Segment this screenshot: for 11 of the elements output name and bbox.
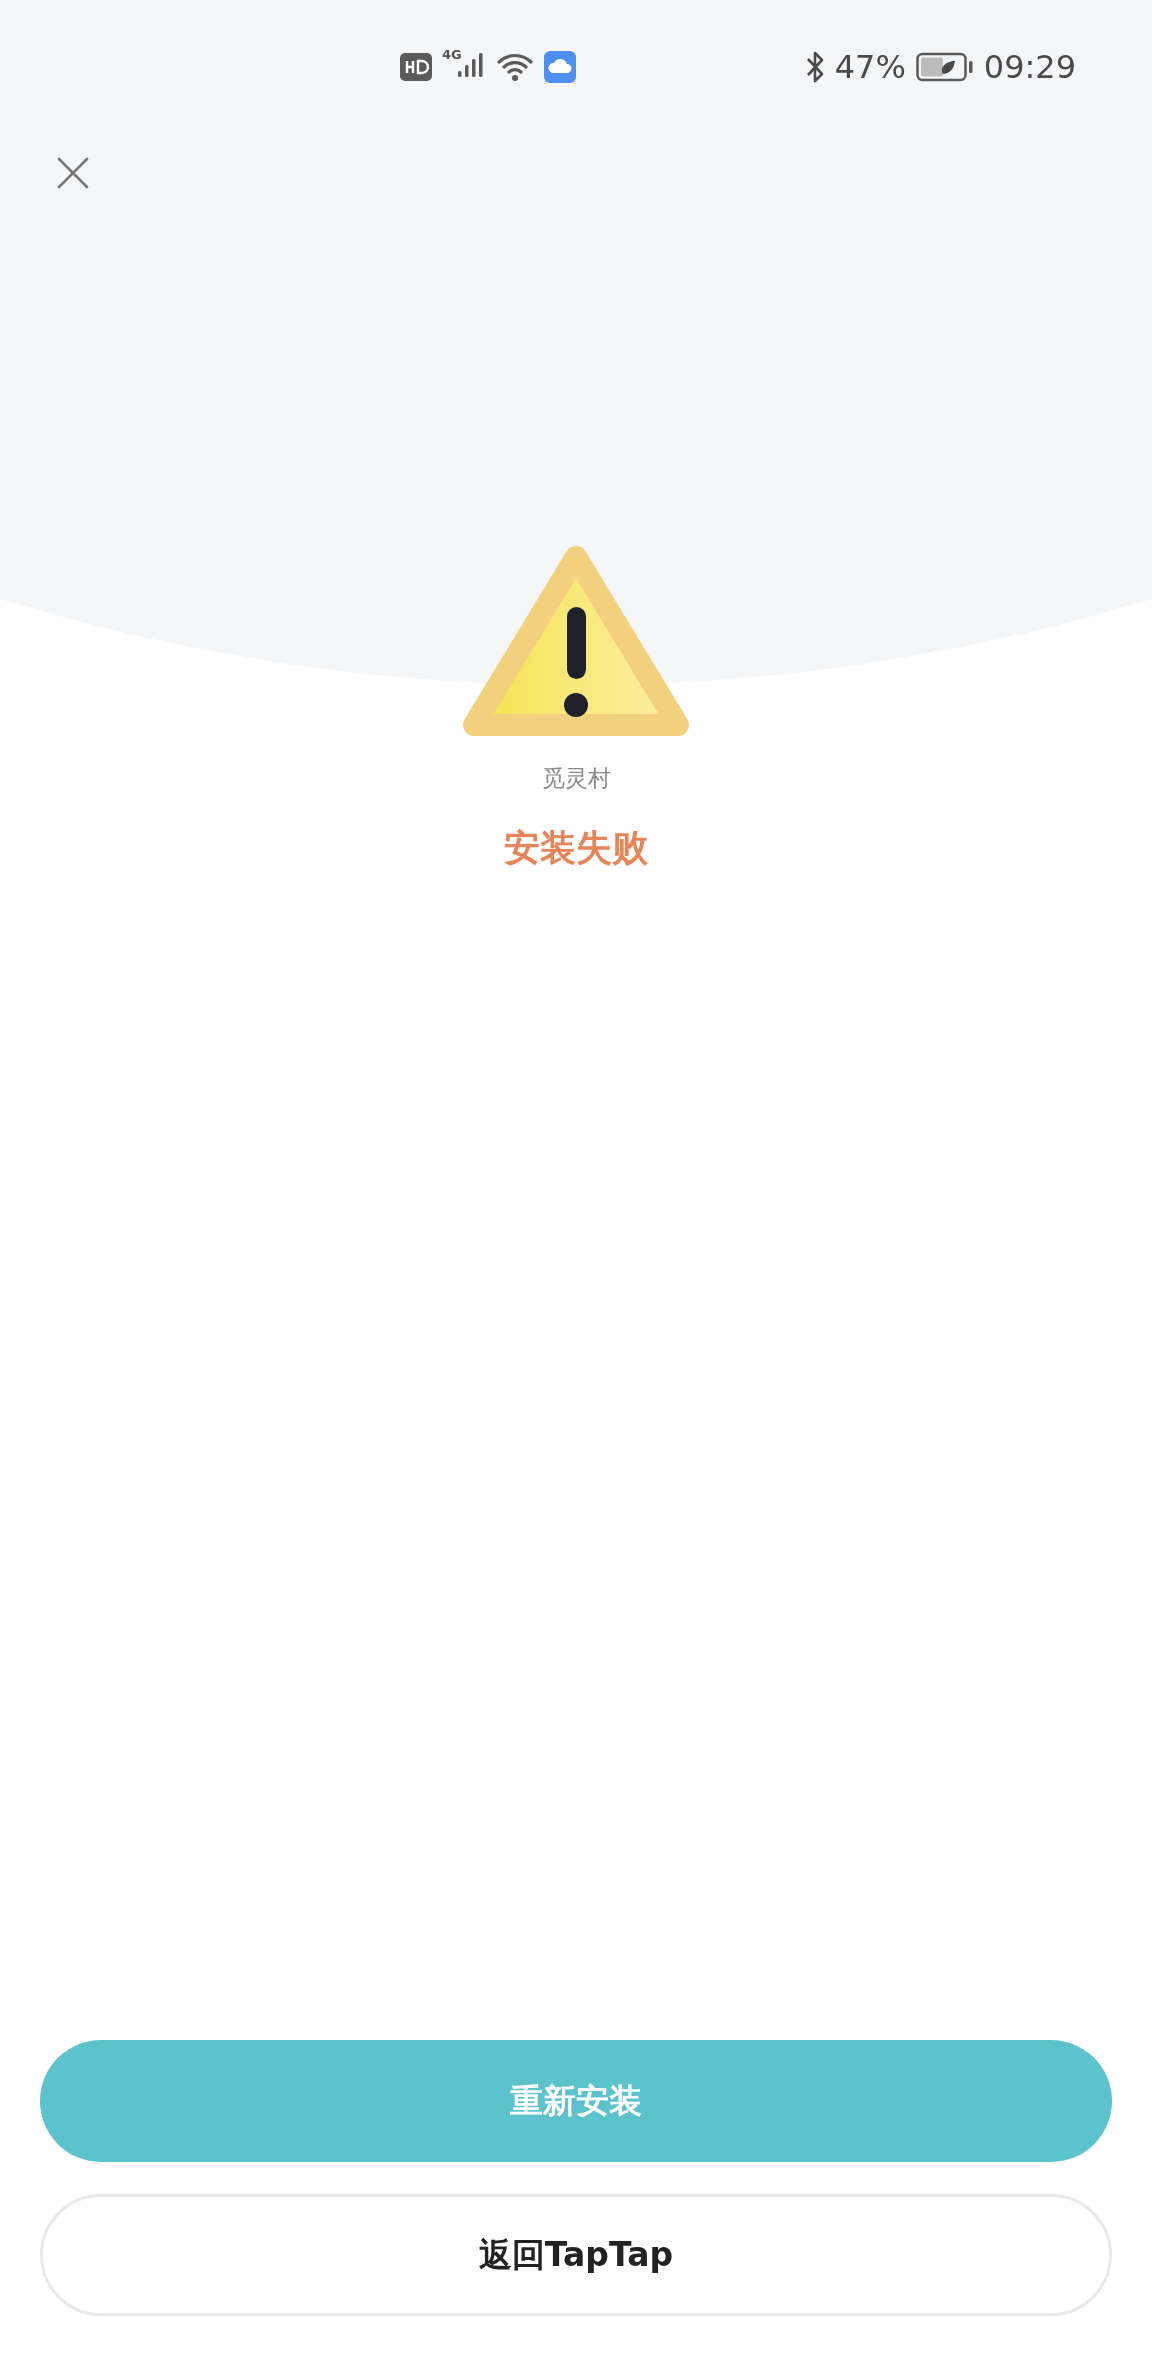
bluetooth-icon [804,50,825,84]
network-type: 4G [442,47,462,62]
cloud-app-icon [543,51,576,83]
wifi-icon [495,51,534,83]
return-button[interactable]: 返回TapTap [40,2194,1112,2316]
battery-icon [915,52,974,82]
battery-percentage: 47% [834,51,906,83]
app-name: 觅灵村 [541,764,611,793]
hd-icon [400,53,432,81]
clock: 09:29 [983,51,1076,83]
install-status: 安装失败 [504,826,648,870]
